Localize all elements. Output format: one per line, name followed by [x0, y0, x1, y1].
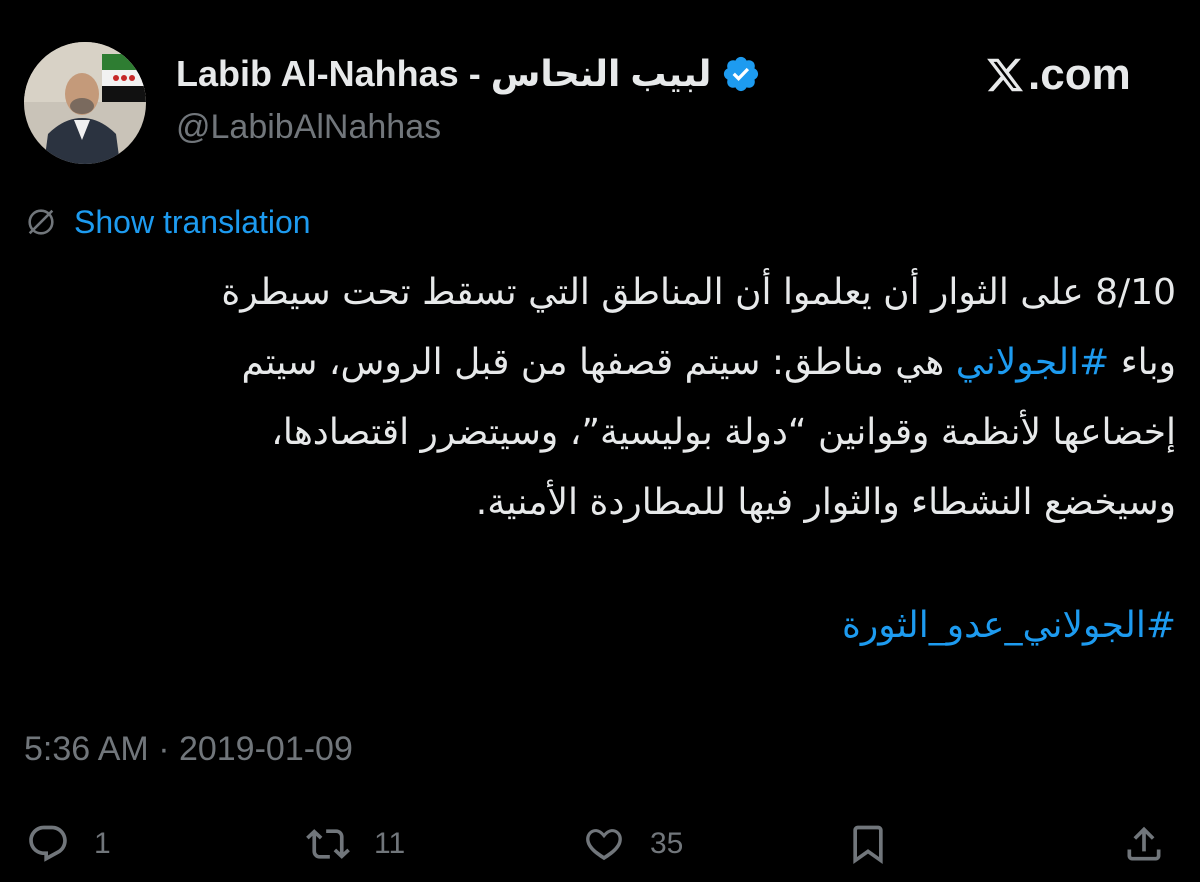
brand-watermark: .com [984, 50, 1131, 100]
repost-icon [306, 829, 350, 859]
show-translation-link[interactable]: Show translation [24, 200, 311, 244]
reply-count: 1 [94, 827, 111, 860]
share-icon [1127, 826, 1161, 861]
share-button[interactable] [1122, 812, 1166, 876]
repost-button[interactable]: 11 [306, 812, 405, 876]
tweet-line: إخضاعها لأنظمة وقوانين “دولة بوليسية”، و… [271, 412, 1176, 453]
tweet-text: 8/10 على الثوار أن يعلموا أن المناطق الت… [24, 258, 1176, 538]
profile-photo [24, 42, 146, 164]
tweet-timestamp[interactable]: 5:36 AM · 2019-01-09 [24, 730, 353, 769]
reply-button[interactable]: 1 [26, 812, 111, 876]
avatar[interactable] [24, 42, 146, 164]
action-bar: 1 11 35 [0, 812, 1200, 876]
tweet-line-fragment: وباء [1109, 342, 1176, 383]
show-translation-label[interactable]: Show translation [74, 204, 311, 241]
heart-icon [586, 829, 622, 861]
display-name-row[interactable]: Labib Al-Nahhas - لبيب النحاس [176, 52, 761, 96]
bookmark-button[interactable] [846, 812, 890, 876]
display-name[interactable]: Labib Al-Nahhas - لبيب النحاس [176, 53, 711, 95]
tweet-line: وباء #الجولاني هي مناطق: سيتم قصفها من ق… [24, 328, 1176, 398]
brand-domain: .com [1028, 50, 1131, 99]
tweet-line: 8/10 على الثوار أن يعلموا أن المناطق الت… [221, 272, 1176, 313]
bookmark-icon [853, 825, 883, 865]
hashtag-link[interactable]: #الجولاني_عدو_الثورة [842, 605, 1176, 646]
translate-off-icon [28, 209, 54, 235]
reply-icon [29, 825, 67, 862]
x-logo-icon [987, 58, 1024, 92]
tweet-line-fragment: هي مناطق: سيتم قصفها من قبل الروس، سيتم [241, 342, 956, 383]
like-button[interactable]: 35 [582, 812, 683, 876]
verified-badge-icon [724, 56, 759, 92]
footer-hashtag-line: #الجولاني_عدو_الثورة [24, 596, 1176, 656]
like-count: 35 [650, 827, 684, 860]
hashtag-link[interactable]: #الجولاني [956, 342, 1110, 383]
tweet-line: وسيخضع النشطاء والثوار فيها للمطاردة الأ… [475, 482, 1176, 523]
handle[interactable]: @LabibAlNahhas [176, 108, 441, 147]
repost-count: 11 [374, 827, 406, 860]
